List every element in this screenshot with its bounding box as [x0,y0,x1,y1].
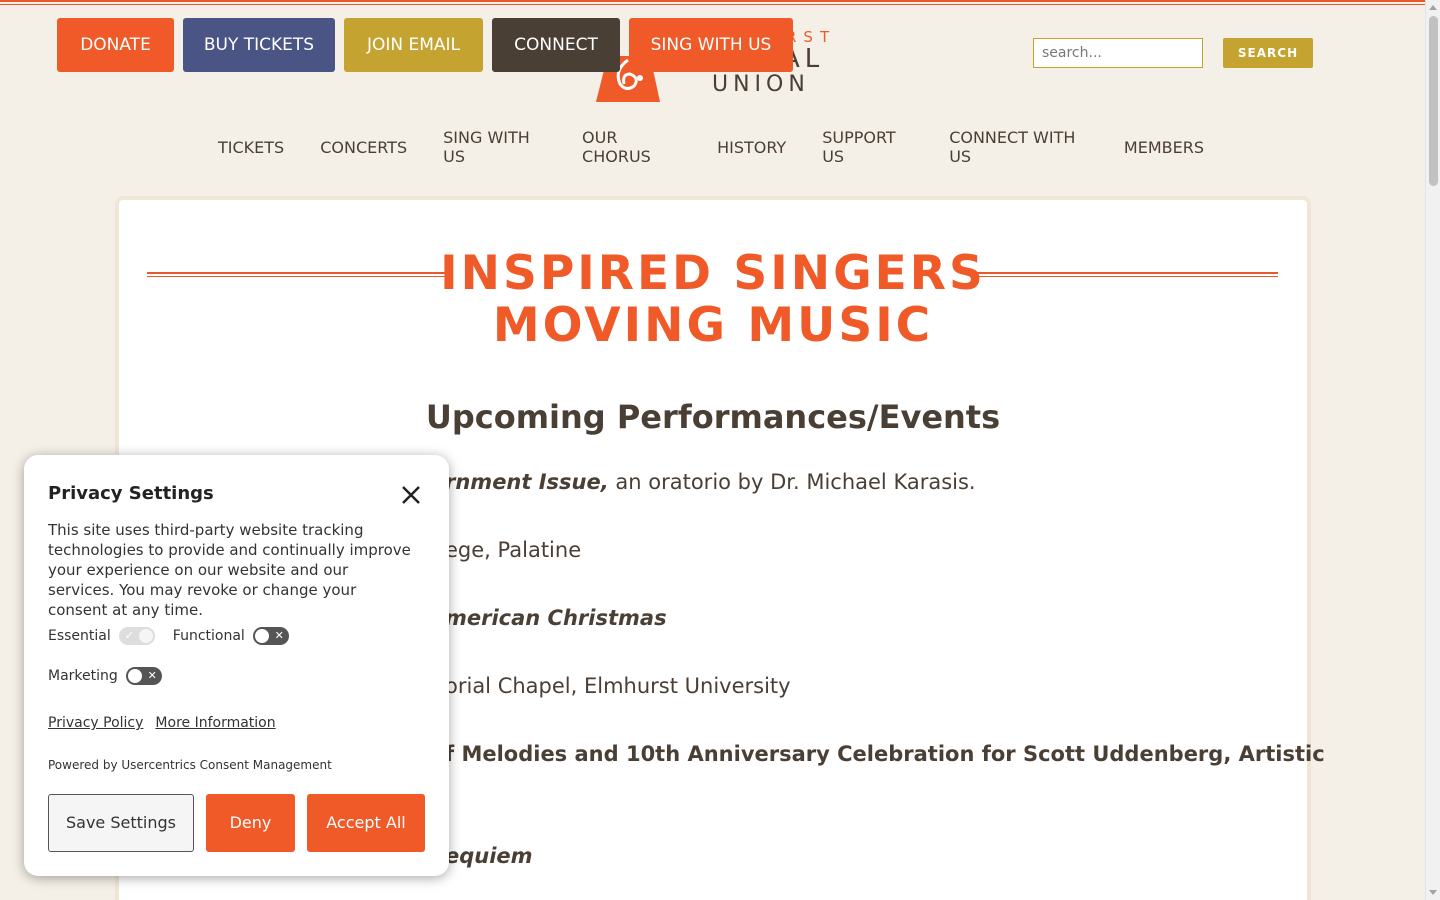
search-button[interactable]: SEARCH [1223,38,1313,68]
nav-item-our-chorus[interactable]: OUR CHORUS [564,128,699,166]
nav-item-concerts[interactable]: CONCERTS [302,138,425,157]
event-location: orial Chapel, Elmhurst University [445,674,791,698]
scroll-down-arrow-icon[interactable] [1429,890,1437,895]
privacy-dialog-title: Privacy Settings [48,483,214,504]
x-icon: ✕ [274,629,284,642]
nav-item-support-us[interactable]: SUPPORT US [804,128,931,166]
event-title[interactable]: merican Christmas [445,606,667,630]
marketing-label: Marketing [48,668,118,684]
event-title[interactable]: equiem [445,844,533,868]
functional-toggle[interactable]: ✕ [252,627,289,645]
scroll-up-arrow-icon[interactable] [1429,5,1437,10]
privacy-links: Privacy Policy More Information [48,715,276,731]
privacy-policy-link[interactable]: Privacy Policy [48,715,143,731]
x-icon: ✕ [147,669,157,682]
privacy-description: This site uses third-party website track… [48,521,411,619]
essential-toggle: ✓ [118,627,155,645]
buy-tickets-button[interactable]: BUY TICKETS [183,18,335,72]
event-item: rnment Issue, an oratorio by Dr. Michael… [445,470,976,494]
consent-toggle-row: Marketing ✕ [48,667,180,685]
search-input[interactable] [1033,38,1203,68]
main-nav: TICKETS CONCERTS SING WITH US OUR CHORUS… [200,128,1222,166]
join-email-button[interactable]: JOIN EMAIL [344,18,483,72]
consent-toggle-row: Essential ✓ Functional ✕ [48,627,307,645]
save-settings-button[interactable]: Save Settings [48,794,194,852]
privacy-settings-dialog: Privacy Settings This site uses third-pa… [24,455,449,876]
logo-text-line3: UNION [712,72,810,97]
nav-item-tickets[interactable]: TICKETS [200,138,302,157]
powered-by-text: Powered by Usercentrics Consent Manageme… [48,758,332,772]
nav-item-members[interactable]: MEMBERS [1106,138,1222,157]
check-icon: ✓ [124,629,134,642]
event-title[interactable]: f Melodies and 10th Anniversary Celebrat… [445,742,1325,766]
event-item: merican Christmas [445,606,667,630]
hero-title-line2: MOVING MUSIC [492,298,934,353]
sing-with-us-button[interactable]: SING WITH US [629,18,793,72]
deny-button[interactable]: Deny [206,794,295,852]
functional-label: Functional [172,628,245,644]
event-title[interactable]: rnment Issue, [445,470,609,494]
scrollbar[interactable] [1425,0,1440,900]
hero-title: INSPIRED SINGERS MOVING MUSIC [119,248,1307,352]
event-location: ege, Palatine [445,538,582,562]
marketing-toggle[interactable]: ✕ [125,667,162,685]
accept-all-button[interactable]: Accept All [307,794,425,852]
essential-label: Essential [48,628,111,644]
nav-item-sing-with-us[interactable]: SING WITH US [425,128,564,166]
hero-title-line1: INSPIRED SINGERS [440,246,986,301]
scrollbar-thumb[interactable] [1429,16,1438,186]
connect-button[interactable]: CONNECT [492,18,620,72]
event-description: an oratorio by Dr. Michael Karasis. [608,470,976,494]
nav-item-history[interactable]: HISTORY [699,138,804,157]
section-heading: Upcoming Performances/Events [425,398,1001,436]
more-information-link[interactable]: More Information [155,715,275,731]
event-item: equiem [445,844,533,868]
nav-item-connect-with-us[interactable]: CONNECT WITH US [931,128,1106,166]
donate-button[interactable]: DONATE [57,18,174,72]
top-accent-rule [0,0,1425,5]
close-icon[interactable] [400,484,422,506]
